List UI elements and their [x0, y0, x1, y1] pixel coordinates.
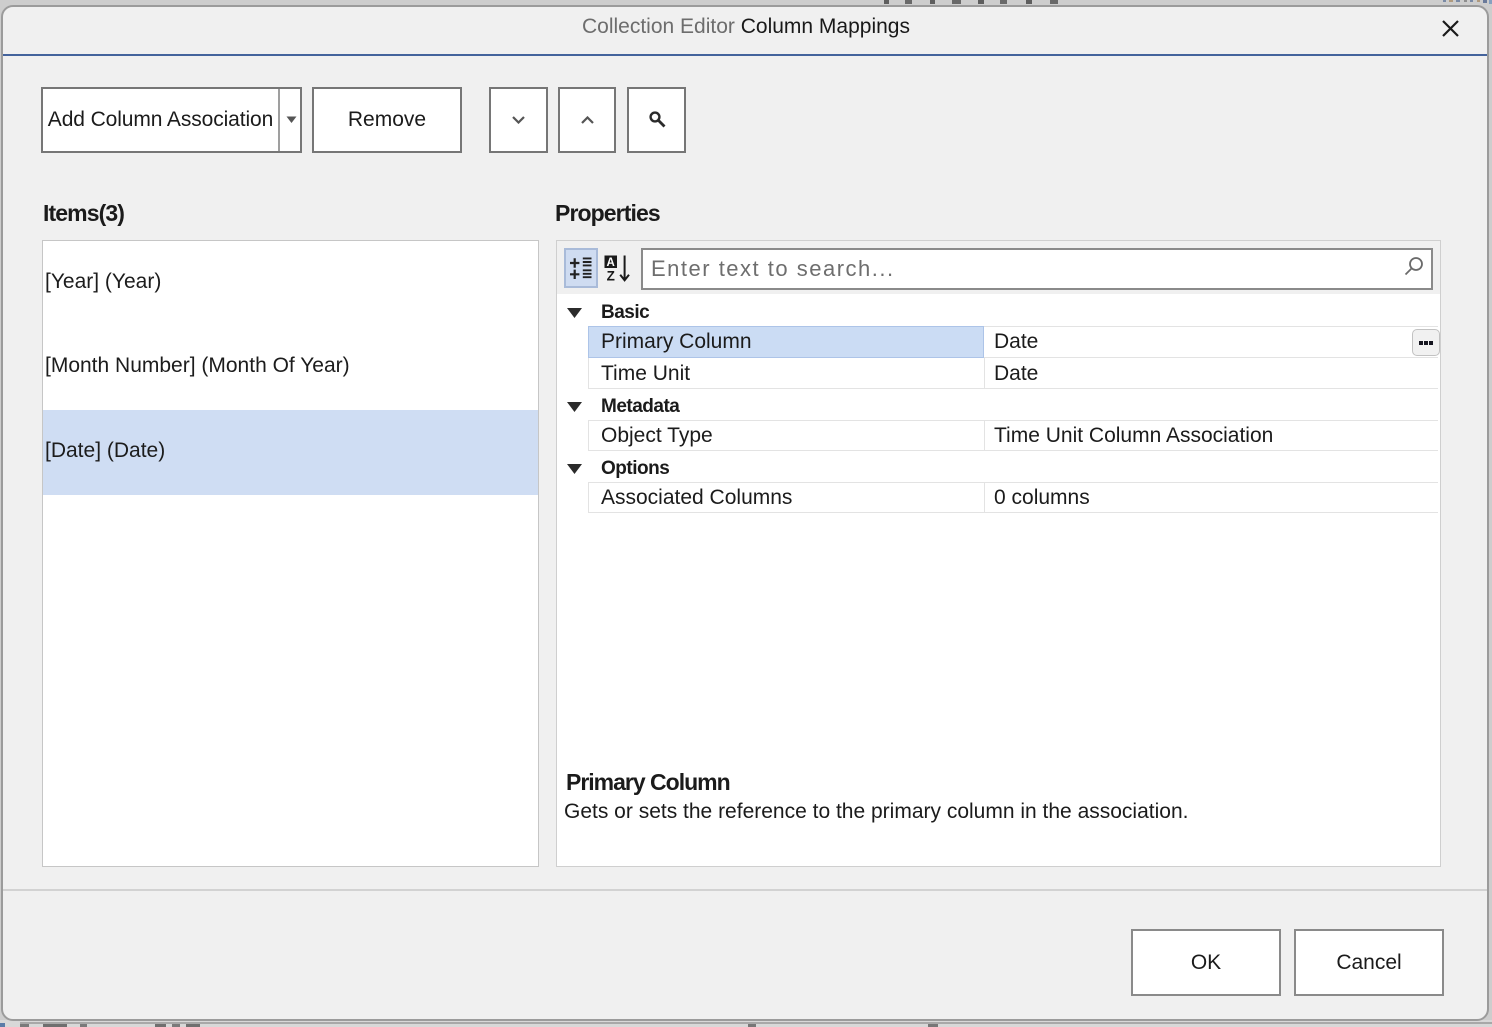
svg-text:A: A — [607, 257, 615, 269]
svg-text:Z: Z — [607, 269, 615, 283]
